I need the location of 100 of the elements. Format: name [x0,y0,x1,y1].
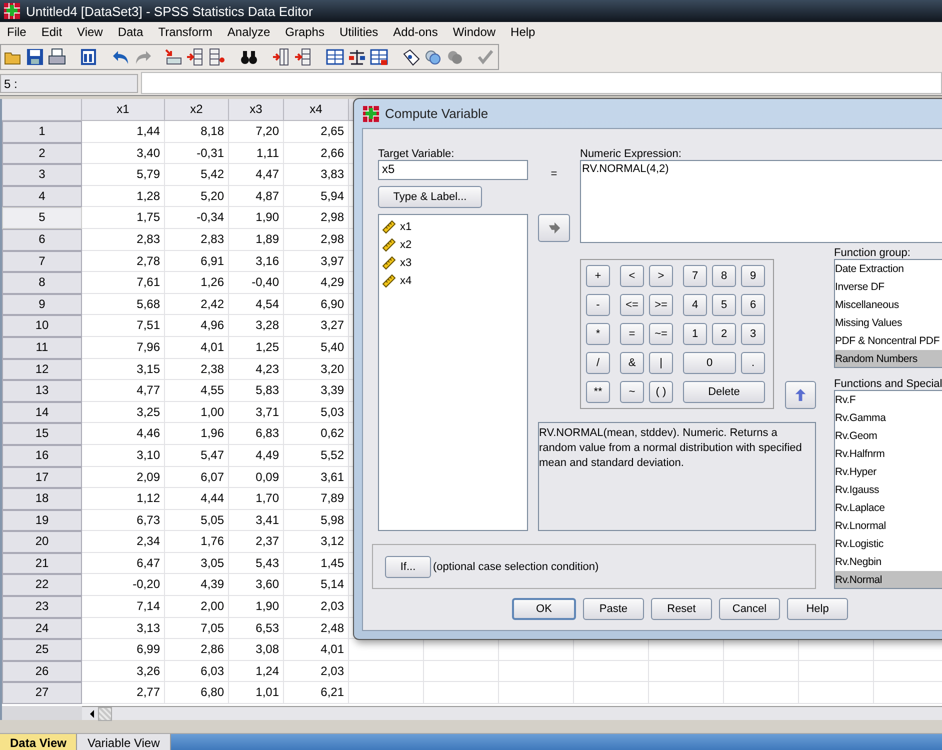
row-header[interactable]: 7 [2,250,82,272]
row-header[interactable]: 1 [2,121,82,143]
column-header[interactable]: x3 [229,99,284,121]
row-header[interactable]: 2 [2,142,82,164]
dialog-button[interactable]: Cancel [719,598,780,620]
keypad-key[interactable]: ~ [620,381,644,403]
menu-item[interactable]: Window [446,25,504,39]
row-header[interactable]: 22 [2,574,82,596]
tag-icon[interactable] [402,48,420,66]
list-item[interactable]: Rv.F [835,391,942,409]
keypad-key[interactable]: 0 [683,352,736,374]
menu-item[interactable]: Help [504,25,544,39]
keypad-key[interactable]: ** [586,381,610,403]
if-button[interactable]: If... [385,556,431,578]
variable-item[interactable]: x2 [400,239,412,251]
list-item[interactable]: Missing Values [835,314,942,332]
type-label-button[interactable]: Type & Label... [378,186,482,208]
move-up-button[interactable] [785,381,816,409]
keypad-key[interactable]: . [741,352,765,374]
keypad-key[interactable]: 5 [712,294,736,316]
expression-field[interactable]: RV.NORMAL(4,2) [580,160,942,243]
column-header[interactable]: x4 [284,99,349,121]
row-header[interactable]: 16 [2,444,82,466]
printer-icon[interactable] [48,48,66,66]
row-header[interactable]: 14 [2,402,82,424]
row-header[interactable]: 13 [2,380,82,402]
row-header[interactable]: 4 [2,186,82,208]
grid-arrow-icon[interactable] [186,48,204,66]
keypad-key[interactable]: & [620,352,644,374]
list-item[interactable]: Rv.Halfnrm [835,445,942,463]
row-header[interactable]: 27 [2,682,82,704]
arrow-grid-icon[interactable] [272,48,290,66]
keypad-key[interactable]: 4 [683,294,707,316]
keypad-key[interactable]: = [620,323,644,345]
menu-item[interactable]: Graphs [278,25,332,39]
list-item[interactable]: Rv.Igauss [835,481,942,499]
menu-item[interactable]: Analyze [220,25,278,39]
menu-item[interactable]: Edit [34,25,70,39]
row-header[interactable]: 20 [2,531,82,553]
dialog-button[interactable]: Reset [651,598,712,620]
row-header[interactable]: 25 [2,639,82,661]
row-header[interactable]: 18 [2,488,82,510]
row-header[interactable]: 19 [2,510,82,532]
checkmark-icon[interactable] [476,48,494,66]
row-header[interactable]: 24 [2,618,82,640]
table-icon[interactable] [326,48,344,66]
menu-item[interactable]: Add-ons [386,25,446,39]
variable-item[interactable]: x4 [400,275,412,287]
list-item[interactable]: Rv.Negbin [835,553,942,571]
list-item[interactable]: Date Extraction [835,260,942,278]
keypad-key[interactable]: 9 [741,265,765,287]
list-item[interactable]: PDF & Noncentral PDF [835,332,942,350]
menu-item[interactable]: Utilities [332,25,386,39]
grid-arrow-icon[interactable] [294,48,312,66]
row-header[interactable]: 26 [2,660,82,682]
keypad-key[interactable]: > [649,265,673,287]
keypad-key[interactable]: Delete [683,381,765,403]
menu-item[interactable]: Transform [151,25,220,39]
row-header[interactable]: 11 [2,336,82,359]
row-header[interactable]: 8 [2,272,82,294]
row-header[interactable]: 6 [2,228,82,251]
keypad-key[interactable]: 7 [683,265,707,287]
row-header[interactable]: 5 [2,207,82,229]
keypad-key[interactable]: - [586,294,610,316]
list-item[interactable]: Random Numbers [835,350,942,367]
menu-item[interactable]: View [70,25,111,39]
list-item[interactable]: Rv.Lnormal [835,517,942,535]
scroll-thumb[interactable] [98,706,112,720]
scroll-left-icon[interactable] [88,708,96,718]
dialog-button[interactable]: Help [787,598,848,620]
menu-item[interactable]: Data [110,25,152,39]
dialog-button[interactable]: Paste [583,598,644,620]
scale-icon[interactable] [348,48,366,66]
variable-item[interactable]: x1 [400,221,412,233]
dialog-button[interactable]: OK [512,598,576,620]
keypad-key[interactable]: 1 [683,323,707,345]
keypad-key[interactable]: | [649,352,673,374]
list-item[interactable]: Miscellaneous [835,296,942,314]
keypad-key[interactable]: + [586,265,610,287]
circles-icon[interactable] [424,48,442,66]
keypad-key[interactable]: * [586,323,610,345]
row-header[interactable]: 10 [2,315,82,337]
arrow-keyboard-icon[interactable] [164,48,182,66]
row-header[interactable]: 17 [2,466,82,488]
list-item[interactable]: Inverse DF [835,278,942,296]
row-header[interactable]: 9 [2,294,82,316]
row-header[interactable]: 3 [2,164,82,186]
menu-item[interactable]: File [0,25,34,39]
column-header[interactable]: x2 [165,99,229,121]
move-button[interactable] [538,214,570,242]
list-item[interactable]: Rv.Gamma [835,409,942,427]
grid-icon[interactable] [208,48,226,66]
keypad-key[interactable]: / [586,352,610,374]
window-icon[interactable] [80,48,98,66]
list-item[interactable]: Rv.Hyper [835,463,942,481]
keypad-key[interactable]: 8 [712,265,736,287]
keypad-key[interactable]: ~= [649,323,673,345]
list-item[interactable]: Rv.Laplace [835,499,942,517]
keypad-key[interactable]: >= [649,294,673,316]
keypad-key[interactable]: ( ) [649,381,673,403]
